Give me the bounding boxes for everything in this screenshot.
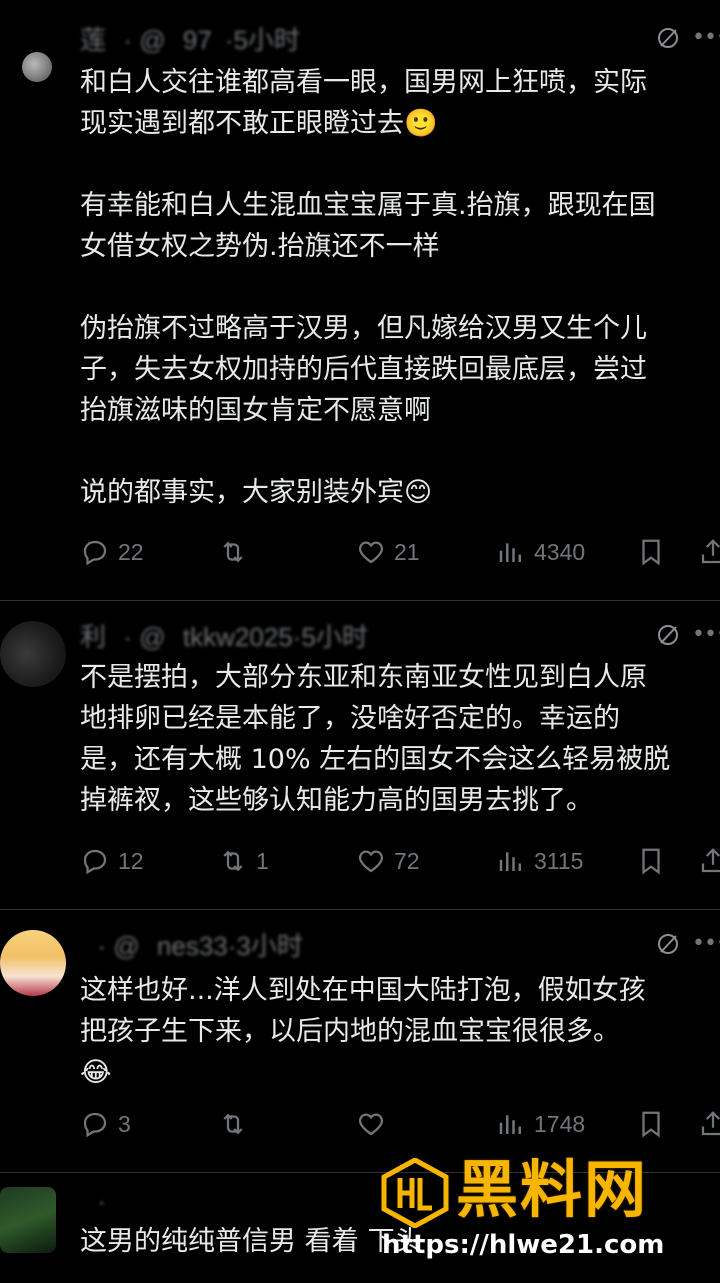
avatar[interactable]	[0, 1187, 56, 1253]
text-line: 伪抬旗不过略高于汉男，但凡嫁给汉男又生个儿	[80, 313, 647, 344]
post-header: 莲 · @ 97 ·5小时	[80, 20, 720, 56]
avatar[interactable]	[0, 930, 66, 996]
post-text: 不是摆拍，大部分东亚和东南亚女性见到白人原 地排卵已经是本能了，没啥好否定的。幸…	[80, 657, 720, 821]
bookmark-button[interactable]	[636, 841, 666, 881]
grok-icon[interactable]	[656, 26, 680, 50]
views-button[interactable]: 3115	[496, 841, 583, 881]
views-count: 3115	[534, 847, 584, 874]
user-handle[interactable]: · @ nes33·3小时	[80, 926, 600, 963]
reply-icon	[83, 1112, 107, 1138]
more-icon[interactable]: •••	[692, 931, 720, 957]
post-text: 这样也好...洋人到处在中国大陆打泡，假如女孩 把孩子生下来，以后内地的混血宝宝…	[80, 970, 720, 1093]
text-line: 女借女权之势伪.抬旗还不一样	[80, 231, 440, 262]
repost-button[interactable]	[218, 1104, 256, 1144]
text-line: 不是摆拍，大部分东亚和东南亚女性见到白人原	[80, 662, 647, 693]
like-button[interactable]: 72	[356, 841, 420, 881]
grok-icon[interactable]	[656, 623, 680, 647]
like-count: 72	[394, 847, 420, 874]
views-count: 4340	[534, 538, 586, 565]
bookmark-icon	[642, 848, 660, 875]
text-line: 抬旗滋味的国女肯定不愿意啊	[80, 395, 431, 426]
text-line: 是，还有大概 10% 左右的国女不会这么轻易被脱	[80, 744, 671, 775]
repost-icon	[223, 850, 243, 872]
share-button[interactable]	[698, 532, 720, 572]
user-handle[interactable]: 莲 · @ 97 ·5小时	[80, 20, 600, 57]
text-line: 和白人交往谁都高看一眼，国男网上狂喷，实际	[80, 67, 647, 98]
text-line: 子，失去女权加持的后代直接跌回最底层，尝过	[80, 354, 647, 385]
share-button[interactable]	[698, 1104, 720, 1144]
repost-count: 1	[256, 847, 269, 874]
post-header: 利 · @ tkkw2025·5小时	[80, 617, 720, 653]
reply-button[interactable]: 22	[80, 532, 144, 572]
reply-button[interactable]: 3	[80, 1104, 131, 1144]
text-line: 现实遇到都不敢正眼瞪过去🙂	[80, 108, 438, 139]
like-count: 21	[394, 538, 420, 565]
heart-icon	[358, 541, 384, 564]
action-bar: 3 1748	[80, 1104, 720, 1144]
watermark-title: 黑料网	[456, 1153, 649, 1226]
reply-count: 12	[118, 847, 144, 874]
post-3[interactable]: · @ nes33·3小时 ••• 这样也好...洋人到处在中国大陆打泡，假如女…	[0, 910, 720, 1172]
text-line: 地排卵已经是本能了，没啥好否定的。幸运的	[80, 703, 620, 734]
text-line: 😂	[80, 1057, 112, 1088]
like-button[interactable]: 21	[356, 532, 420, 572]
more-icon[interactable]: •••	[692, 622, 720, 648]
reply-icon	[83, 540, 107, 566]
reply-count: 3	[118, 1110, 131, 1137]
action-bar: 22 21 4340	[80, 532, 720, 572]
repost-icon	[223, 541, 243, 563]
views-count: 1748	[534, 1110, 586, 1137]
timeline-feed: 莲 · @ 97 ·5小时 ••• 和白人交往谁都高看一眼，国男网上狂喷，实际 …	[0, 0, 720, 1283]
text-line: 把孩子生下来，以后内地的混血宝宝很很多。	[80, 1016, 620, 1047]
heart-icon	[358, 850, 384, 873]
text-line: 说的都事实，大家别装外宾😊	[80, 477, 433, 508]
like-button[interactable]	[356, 1104, 394, 1144]
repost-button[interactable]: 1	[218, 841, 269, 881]
grok-icon[interactable]	[656, 932, 680, 956]
text-gap	[80, 267, 720, 308]
action-bar: 12 1 72 3115	[80, 841, 720, 881]
share-icon	[701, 1111, 720, 1136]
reply-icon	[83, 849, 107, 875]
views-icon	[499, 543, 521, 562]
text-line: 这样也好...洋人到处在中国大陆打泡，假如女孩	[80, 975, 646, 1006]
avatar[interactable]	[22, 52, 52, 82]
share-icon	[701, 848, 720, 873]
text-gap	[80, 144, 720, 185]
heart-icon	[358, 1113, 384, 1136]
repost-icon	[223, 1113, 243, 1135]
bookmark-icon	[642, 539, 660, 566]
watermark-url: https://hlwe21.com	[382, 1230, 665, 1260]
watermark: 黑料网 https://hlwe21.com	[380, 1150, 720, 1266]
post-header: · @ nes33·3小时	[80, 926, 720, 962]
post-2[interactable]: 利 · @ tkkw2025·5小时 ••• 不是摆拍，大部分东亚和东南亚女性见…	[0, 601, 720, 909]
post-1[interactable]: 莲 · @ 97 ·5小时 ••• 和白人交往谁都高看一眼，国男网上狂喷，实际 …	[0, 0, 720, 600]
watermark-logo-icon	[381, 1158, 449, 1228]
avatar[interactable]	[0, 621, 66, 687]
reply-button[interactable]: 12	[80, 841, 144, 881]
share-button[interactable]	[698, 841, 720, 881]
text-gap	[80, 431, 720, 472]
text-line: 有幸能和白人生混血宝宝属于真.抬旗，跟现在国	[80, 190, 656, 221]
repost-button[interactable]	[218, 532, 256, 572]
reply-count: 22	[118, 538, 144, 565]
text-line: 掉裤衩，这些够认知能力高的国男去挑了。	[80, 785, 593, 816]
views-icon	[499, 852, 521, 871]
more-icon[interactable]: •••	[692, 25, 720, 51]
user-handle[interactable]: 利 · @ tkkw2025·5小时	[80, 617, 600, 654]
bookmark-button[interactable]	[636, 1104, 666, 1144]
views-button[interactable]: 4340	[496, 532, 585, 572]
bookmark-button[interactable]	[636, 532, 666, 572]
views-icon	[499, 1115, 521, 1134]
share-icon	[701, 539, 720, 564]
bookmark-icon	[642, 1111, 660, 1138]
post-text: 和白人交往谁都高看一眼，国男网上狂喷，实际 现实遇到都不敢正眼瞪过去🙂 有幸能和…	[80, 62, 720, 513]
views-button[interactable]: 1748	[496, 1104, 585, 1144]
